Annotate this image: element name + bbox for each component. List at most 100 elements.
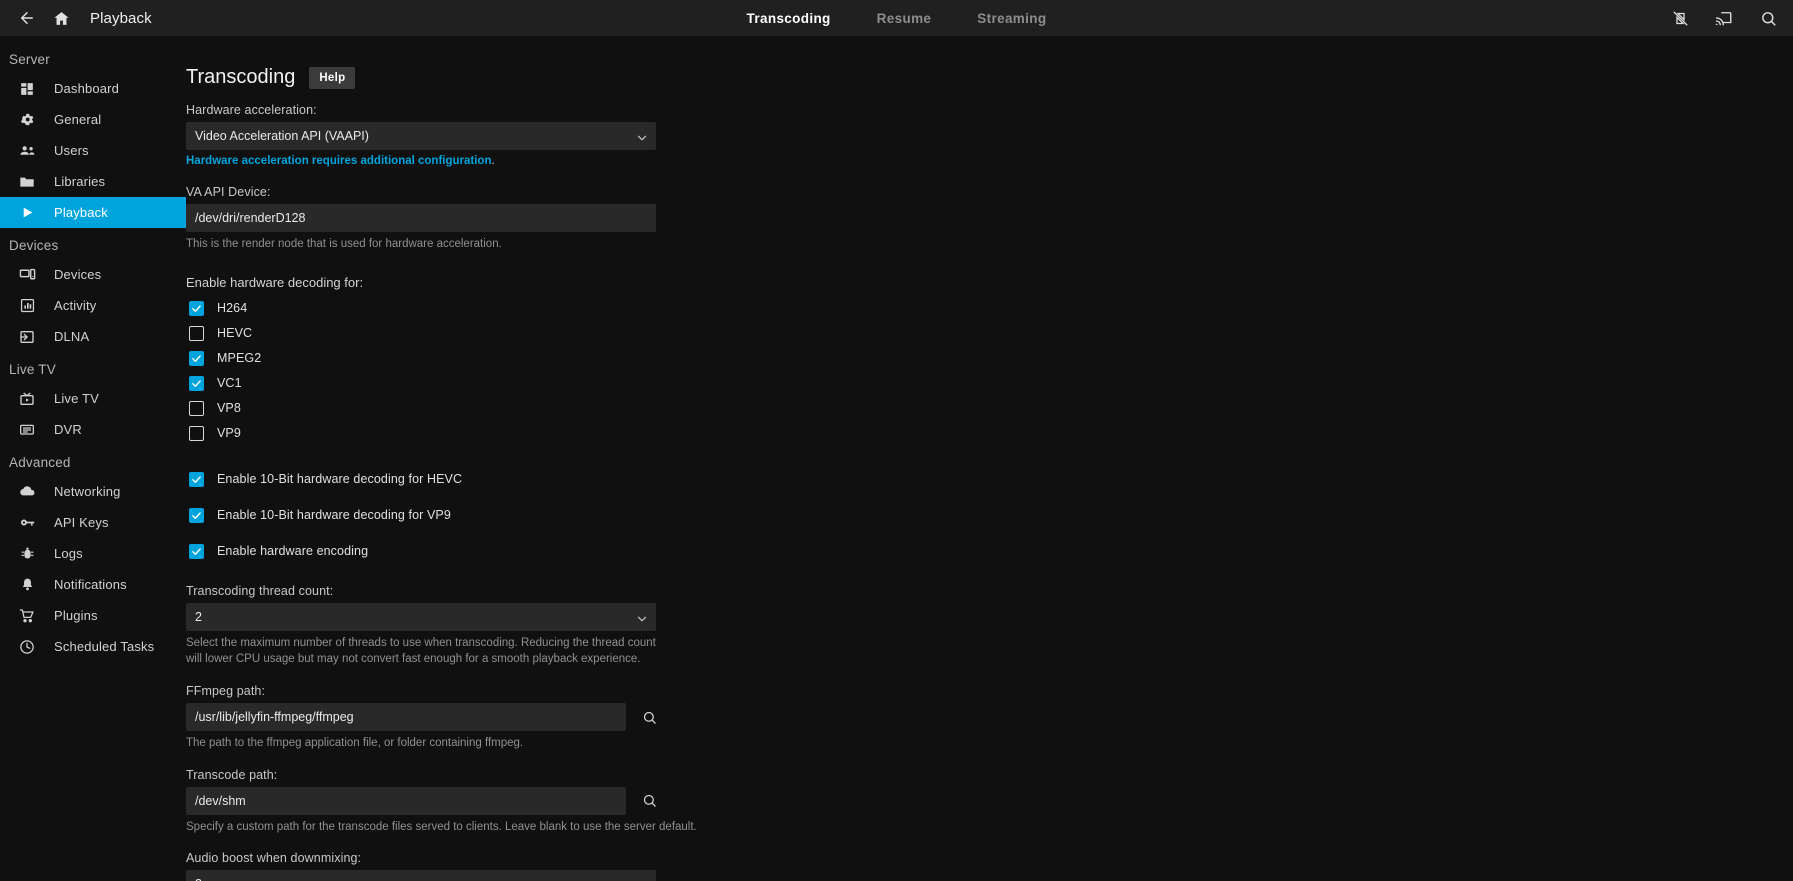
hardware-acceleration-note-link[interactable]: Hardware acceleration requires additiona… [186,155,491,167]
help-button[interactable]: Help [309,66,356,89]
sync-off-icon[interactable] [1663,1,1697,35]
hardware-acceleration-note: Hardware acceleration requires additiona… [186,155,722,167]
sidebar-item-label: Playback [54,205,108,220]
topbar-left-group: Playback [0,1,152,35]
checkbox-label: Enable 10-Bit hardware decoding for HEVC [217,472,463,487]
thread-count-field: Transcoding thread count: 2 Select the m… [186,584,722,668]
sidebar-item-dashboard[interactable]: Dashboard [0,73,186,104]
checkbox-label: VC1 [217,376,242,391]
checkbox-label: MPEG2 [217,351,262,366]
checkbox-row-10bit-hevc[interactable]: Enable 10-Bit hardware decoding for HEVC [186,467,722,492]
sidebar-item-label: Plugins [54,608,98,623]
sidebar-item-plugins[interactable]: Plugins [0,600,186,631]
sidebar-item-label: Logs [54,546,83,561]
sidebar-item-api-keys[interactable]: API Keys [0,507,186,538]
thread-count-select-wrap: 2 [186,602,656,631]
sidebar-item-dlna[interactable]: DLNA [0,321,186,352]
top-app-bar: Playback Transcoding Resume Streaming [0,0,1793,36]
sidebar-item-general[interactable]: General [0,104,186,135]
audio-boost-field: Audio boost when downmixing: Boost audio… [186,851,722,881]
tab-streaming[interactable]: Streaming [973,9,1050,28]
ffmpeg-path-browse-search-icon[interactable] [636,704,662,730]
sidebar-item-devices[interactable]: Devices [0,259,186,290]
folder-icon [16,171,38,193]
transcode-path-input[interactable] [186,786,626,815]
checkbox-hevc[interactable] [189,325,204,341]
checkbox-h264[interactable] [189,300,204,316]
transcode-path-label: Transcode path: [186,767,278,782]
sidebar-item-users[interactable]: Users [0,135,186,166]
sidebar-item-notifications[interactable]: Notifications [0,569,186,600]
back-icon[interactable] [10,1,44,35]
sidebar-item-live-tv[interactable]: Live TV [0,383,186,414]
va-api-device-input[interactable] [186,204,656,232]
checkbox-mpeg2[interactable] [189,350,204,366]
checkbox-label: Enable 10-Bit hardware decoding for VP9 [217,508,451,523]
checkbox-label: HEVC [217,326,253,341]
checkbox-row-vp8[interactable]: VP8 [186,396,722,421]
transcoding-settings-form: Transcoding Help Hardware acceleration: … [186,36,722,881]
transcode-path-browse-search-icon[interactable] [636,788,662,814]
cart-icon [16,605,38,627]
key-icon [16,512,38,534]
thread-count-label: Transcoding thread count: [186,583,334,598]
checkbox-row-vp9[interactable]: VP9 [186,421,722,446]
devices-icon [16,264,38,286]
checkbox-row-vc1[interactable]: VC1 [186,371,722,396]
dashboard-icon [16,78,38,100]
checkbox-row-hardware-encoding[interactable]: Enable hardware encoding [186,539,722,564]
sidebar-item-activity[interactable]: Activity [0,290,186,321]
sidebar-item-label: Activity [54,298,97,313]
audio-boost-input[interactable] [186,870,656,881]
home-icon[interactable] [44,1,78,35]
va-api-device-field: VA API Device: This is the render node t… [186,185,722,253]
sidebar-item-logs[interactable]: Logs [0,538,186,569]
topbar-tabs: Transcoding Resume Streaming [0,0,1793,36]
sidebar-item-label: Notifications [54,577,127,592]
cast-icon[interactable] [1707,1,1741,35]
checkbox-row-mpeg2[interactable]: MPEG2 [186,346,722,371]
checkbox-10bit-hevc[interactable] [189,471,204,487]
dlna-input-icon [16,326,38,348]
checkbox-row-hevc[interactable]: HEVC [186,321,722,346]
checkbox-vp8[interactable] [189,400,204,416]
search-icon[interactable] [1751,1,1785,35]
thread-count-select[interactable]: 2 [186,602,656,631]
hardware-acceleration-select[interactable]: Video Acceleration API (VAAPI) [186,122,656,150]
sidebar-item-label: Networking [54,484,121,499]
checkbox-10bit-vp9[interactable] [189,507,204,523]
sidebar-item-scheduled-tasks[interactable]: Scheduled Tasks [0,631,186,662]
checkbox-row-10bit-vp9[interactable]: Enable 10-Bit hardware decoding for VP9 [186,503,722,528]
users-icon [16,140,38,162]
sidebar-section-devices: Devices [9,238,59,253]
live-tv-icon [16,388,38,410]
sidebar-item-label: Users [54,143,89,158]
sidebar-item-libraries[interactable]: Libraries [0,166,186,197]
checkbox-vp9[interactable] [189,425,204,441]
tab-resume[interactable]: Resume [873,9,936,28]
checkbox-row-h264[interactable]: H264 [186,296,722,321]
hardware-decoding-group-label: Enable hardware decoding for: [186,274,364,290]
sidebar-item-dvr[interactable]: DVR [0,414,186,445]
transcode-path-input-row [186,786,722,815]
sidebar-item-networking[interactable]: Networking [0,476,186,507]
clock-icon [16,636,38,658]
checkbox-vc1[interactable] [189,375,204,391]
ffmpeg-path-desc: The path to the ffmpeg application file,… [186,737,524,750]
topbar-right-group [1663,0,1785,36]
ffmpeg-path-field: FFmpeg path: The path to the ffmpeg appl… [186,684,722,752]
sidebar-item-label: Dashboard [54,81,119,96]
sidebar-item-playback[interactable]: Playback [0,197,186,228]
transcode-path-desc: Specify a custom path for the transcode … [186,820,697,833]
transcode-path-field: Transcode path: Specify a custom path fo… [186,768,722,836]
checkbox-hardware-encoding[interactable] [189,543,204,559]
sidebar-item-label: DVR [54,422,82,437]
sidebar-item-label: Libraries [54,174,106,189]
sidebar-section-server: Server [9,52,50,67]
checkbox-label: Enable hardware encoding [217,544,369,559]
sidebar-section-live-tv: Live TV [9,362,56,377]
activity-chart-icon [16,295,38,317]
tab-transcoding[interactable]: Transcoding [743,9,835,28]
ffmpeg-path-input[interactable] [186,703,626,732]
cloud-icon [16,481,38,503]
